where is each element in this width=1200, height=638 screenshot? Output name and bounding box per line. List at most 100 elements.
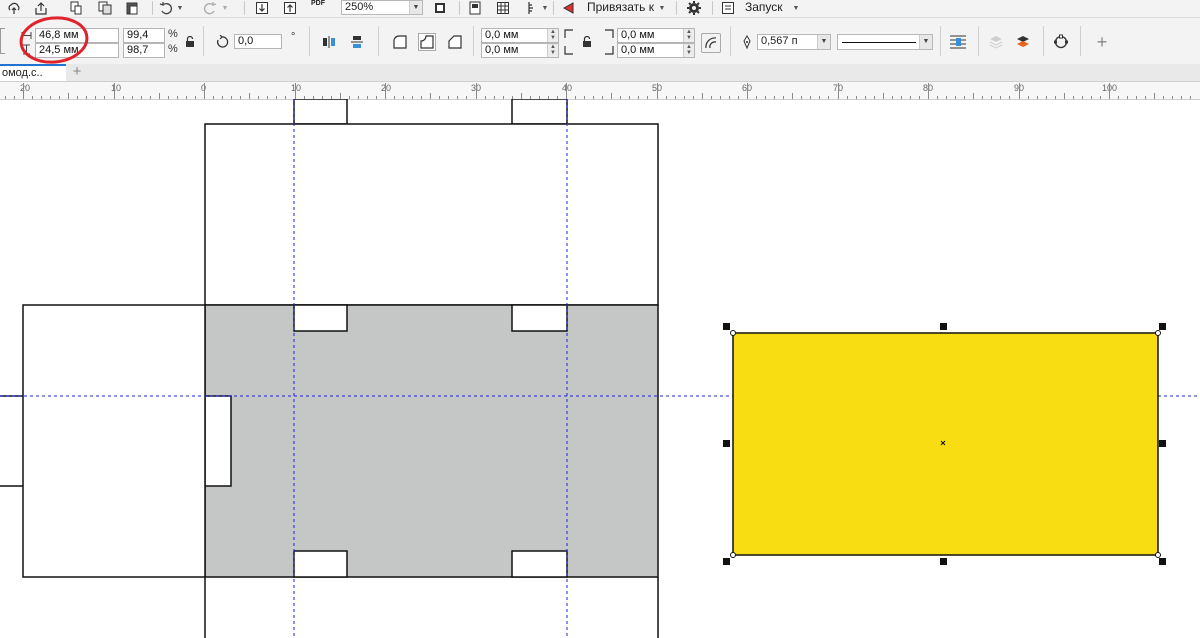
property-separator [203, 26, 204, 56]
ruler-tick [838, 83, 839, 99]
launch-icon[interactable] [720, 0, 736, 16]
ruler-tick [114, 83, 115, 99]
relative-scaling-icon[interactable] [701, 33, 721, 53]
chevron-down-icon[interactable]: ▼ [817, 35, 830, 49]
toolbar-separator [712, 1, 713, 15]
to-back-icon[interactable] [1014, 33, 1032, 51]
ruler-tick [385, 83, 386, 99]
left-side-panel[interactable] [22, 304, 206, 578]
convert-to-curves-icon[interactable] [1052, 33, 1070, 51]
selected-yellow-rectangle[interactable] [732, 332, 1159, 556]
toolbar-separator [553, 1, 554, 15]
horizontal-ruler[interactable]: 20 10 0 10 20 30 40 50 60 70 80 90 100 [0, 82, 1200, 100]
add-icon[interactable]: + [1092, 32, 1112, 52]
chevron-down-icon[interactable]: ▼ [541, 0, 549, 16]
drawing-canvas[interactable] [0, 99, 1200, 638]
spinner-arrows[interactable]: ▲ ▼ [683, 29, 694, 42]
scallop-corner-icon[interactable] [418, 33, 436, 51]
chevron-down-icon[interactable]: ▼ [176, 0, 184, 16]
import-icon[interactable] [254, 0, 270, 16]
publish-pdf-icon[interactable]: PDF [308, 0, 328, 16]
snap-icon[interactable] [561, 0, 577, 16]
ruler-tick [928, 83, 929, 99]
gray-main-panel[interactable] [204, 304, 659, 578]
bottom-panel [204, 577, 659, 638]
property-bar: 46,8 мм 24,5 мм 99,4 98,7 % % 0,0 ° 0,0 … [0, 16, 1200, 65]
property-separator [473, 26, 474, 56]
ruler-tick [476, 83, 477, 99]
corner-tl-icon [563, 28, 575, 40]
slot-left[interactable] [204, 395, 232, 487]
corner-radius-bottom-right-field[interactable]: 0,0 мм ▲ ▼ [617, 43, 695, 58]
chevron-down-icon[interactable]: ▼ [221, 0, 229, 16]
corner-radius-bottom-left-field[interactable]: 0,0 мм ▲ ▼ [481, 43, 559, 58]
ruler-tick [747, 83, 748, 99]
slot-top-right[interactable] [511, 304, 568, 332]
settings-icon[interactable] [685, 0, 703, 16]
page-icon[interactable] [467, 0, 483, 16]
scale-x-unit: % [168, 28, 178, 40]
chevron-down-icon[interactable]: ▼ [658, 0, 666, 16]
line-style-combo[interactable]: ▼ [837, 34, 933, 50]
canvas-drawing[interactable] [0, 99, 1200, 638]
lock-corners-icon[interactable] [580, 35, 594, 49]
slot-bottom-left[interactable] [293, 550, 348, 578]
mirror-vertical-icon[interactable] [348, 33, 366, 51]
export-arrow-icon[interactable] [282, 0, 298, 16]
ruler-label: 10 [291, 83, 302, 93]
slot-bottom-right[interactable] [511, 550, 568, 578]
pen-icon [740, 34, 754, 50]
add-tab-button[interactable]: + [68, 64, 86, 80]
to-front-icon[interactable] [987, 33, 1005, 51]
corner-radius-tr-value: 0,0 мм [621, 29, 655, 41]
property-separator [940, 26, 941, 56]
scale-x-field[interactable]: 99,4 [123, 28, 165, 43]
document-tab[interactable]: омод.с.. [0, 64, 66, 81]
undo-icon[interactable] [158, 0, 174, 16]
zoom-combo[interactable]: 250% ▼ [341, 0, 423, 15]
corner-radius-top-right-field[interactable]: 0,0 мм ▲ ▼ [617, 28, 695, 43]
property-separator [309, 26, 310, 56]
outline-width-combo[interactable]: 0,567 п ▼ [757, 34, 831, 50]
grid-icon[interactable] [495, 0, 511, 16]
top-tab-right[interactable] [511, 99, 568, 125]
rotation-angle-field[interactable]: 0,0 [234, 34, 282, 49]
corner-radius-top-left-field[interactable]: 0,0 мм ▲ ▼ [481, 28, 559, 43]
paste-icon[interactable] [124, 0, 140, 16]
degree-symbol: ° [291, 31, 296, 43]
redo-icon[interactable] [202, 0, 218, 16]
mirror-horizontal-icon[interactable] [320, 33, 338, 51]
scale-y-field[interactable]: 98,7 [123, 43, 165, 58]
ruler-tick [1019, 83, 1020, 99]
lock-ratio-icon[interactable] [183, 35, 197, 49]
property-separator [730, 26, 731, 56]
top-tab-left[interactable] [293, 99, 348, 125]
slot-top-left[interactable] [293, 304, 348, 332]
spinner-arrows[interactable]: ▲ ▼ [547, 44, 558, 57]
corner-radius-bl-value: 0,0 мм [485, 44, 519, 56]
launch-menu[interactable]: Запуск [745, 0, 783, 15]
ruler-tick [657, 83, 658, 99]
clone-icon[interactable] [97, 0, 113, 16]
snap-to-menu[interactable]: Привязать к [587, 0, 654, 15]
corner-radius-br-value: 0,0 мм [621, 44, 655, 56]
toolbar-separator [244, 1, 245, 15]
chamfer-corner-icon[interactable] [446, 33, 464, 51]
round-corner-icon[interactable] [391, 33, 409, 51]
ruler-tick [1109, 83, 1110, 99]
property-separator [1080, 26, 1081, 56]
corner-radius-tl-value: 0,0 мм [485, 29, 519, 41]
full-screen-icon[interactable] [432, 0, 448, 16]
ruler-icon[interactable] [524, 0, 540, 16]
chevron-down-icon[interactable]: ▼ [919, 35, 932, 49]
property-separator [378, 26, 379, 56]
ruler-label: 20 [20, 83, 31, 93]
scale-y-unit: % [168, 43, 178, 55]
top-panel[interactable] [204, 123, 659, 306]
spinner-arrows[interactable]: ▲ ▼ [683, 44, 694, 57]
chevron-down-icon[interactable]: ▼ [409, 1, 422, 14]
standard-toolbar: ▼ ▼ PDF 250% ▼ ▼ Привязать к ▼ Запуск ▼ [0, 0, 1200, 18]
chevron-down-icon[interactable]: ▼ [792, 0, 800, 16]
spinner-arrows[interactable]: ▲ ▼ [547, 29, 558, 42]
wrap-text-icon[interactable] [948, 32, 968, 52]
